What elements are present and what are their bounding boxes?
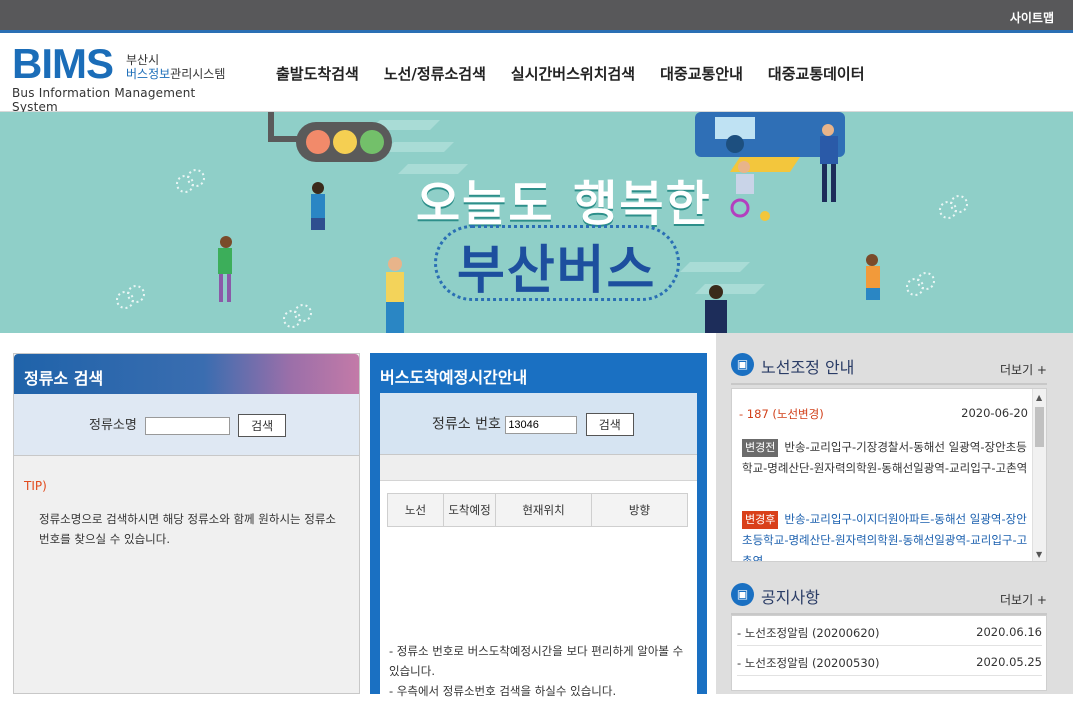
logo-mark: BIMS [12,40,114,87]
stop-number-input[interactable] [505,415,578,434]
logo-system-highlight: 버스정보 [126,67,171,81]
bims-logo[interactable]: BIMS 부산시 버스정보관리시스템 Bus Information Manag… [12,40,242,115]
route-change-more-link[interactable]: 더보기 + [1000,361,1047,378]
col-eta: 도착예정 [443,493,496,527]
list-item[interactable]: - 노선조정알림 (20200530) 2020.05.25 [737,646,1042,676]
notice-item-date: 2020.06.16 [976,625,1042,639]
hero-banner: 오늘도 행복한 부산버스 [0,112,1073,333]
col-route: 노선 [387,493,444,527]
before-text: 반송-교리입구-기장경찰서-동해선 일광역-장안초등학교-명례산단-원자력의학원… [742,440,1028,475]
arrival-search-form: 정류소 번호 검색 [380,393,697,455]
col-current-location: 현재위치 [495,493,592,527]
logo-english: Bus Information Management System [12,86,196,114]
banner-title: 부산버스 [457,241,657,301]
bus-icon: ▣ [731,353,754,376]
nav-route-stop-search[interactable]: 노선/정류소검색 [384,63,486,84]
arrival-title: 버스도착예정시간안내 [380,368,528,387]
before-tag: 변경전 [742,439,779,457]
route-change-header: ▣ 노선조정 안내 더보기 + [731,353,1047,385]
arrival-content: 정류소 번호 검색 노선 도착예정 현재위치 방향 - 정류소 번호로 버스도착… [380,393,697,698]
top-bar: 사이트맵 [0,0,1073,33]
tip-heading: TIP) [24,479,47,493]
logo-system-rest: 관리시스템 [170,67,226,81]
right-sidebar: ▣ 노선조정 안내 더보기 + - 187 (노선변경) 2020-06-20 … [716,333,1073,694]
bus-icon [695,112,1073,172]
notice-header: ▣ 공지사항 더보기 + [731,583,1047,615]
stop-number-label: 정류소 번호 [432,416,501,433]
table-header-row: 노선 도착예정 현재위치 방향 [387,493,688,527]
stop-search-title: 정류소 검색 [14,354,359,394]
arrival-strip [380,455,697,481]
stop-search-form: 정류소명 검색 [14,394,359,456]
nav-public-transit-info[interactable]: 대중교통안내 [660,63,743,84]
notice-item-date: 2020.05.25 [976,655,1042,669]
notice-item-title[interactable]: - 노선조정알림 (20200620) [737,625,879,641]
nav-realtime-bus-location[interactable]: 실시간버스위치검색 [511,63,635,84]
route-before: 변경전 반송-교리입구-기장경찰서-동해선 일광역-장안초등학교-명례산단-원자력… [742,437,1028,479]
stop-name-label: 정류소명 [89,418,137,433]
route-change-item-date: 2020-06-20 [961,406,1028,420]
arrival-search-button[interactable]: 검색 [585,413,634,436]
bus-icon: ▣ [731,583,754,606]
logo-city: 부산시 [126,53,160,67]
route-change-title: 노선조정 안내 [761,358,855,377]
nav-public-transit-data[interactable]: 대중교통데이터 [768,63,865,84]
arrival-time-panel: 버스도착예정시간안내 정류소 번호 검색 노선 도착예정 현재위치 방향 - 정… [370,353,707,698]
scroll-up-icon[interactable]: ▲ [1036,393,1042,402]
notice-item-title[interactable]: - 노선조정알림 (20200530) [737,655,879,671]
scroll-down-icon[interactable]: ▼ [1036,550,1042,559]
stop-search-button[interactable]: 검색 [238,414,287,437]
main-nav: 출발도착검색 노선/정류소검색 실시간버스위치검색 대중교통안내 대중교통데이터 [276,63,890,84]
arrival-note-2: - 우측에서 정류소번호 검색을 하실수 있습니다. [389,684,617,698]
nav-departure-arrival-search[interactable]: 출발도착검색 [276,63,359,84]
notice-list: - 노선조정알림 (20200620) 2020.06.16 - 노선조정알림 … [731,615,1047,691]
route-change-scrollbar[interactable]: ▲ ▼ [1032,389,1046,561]
arrival-notes: - 정류소 번호로 버스도착예정시간을 보다 편리하게 알아볼 수 있습니다. … [389,641,684,701]
arrival-note-1: - 정류소 번호로 버스도착예정시간을 보다 편리하게 알아볼 수 있습니다. [389,644,684,678]
route-after: 변경후 반송-교리입구-이지더원아파트-동해선 일광역-장안초등학교-명례산단-원… [742,509,1028,562]
stop-name-input[interactable] [144,416,230,435]
traffic-light-icon [268,112,392,162]
after-text: 반송-교리입구-이지더원아파트-동해선 일광역-장안초등학교-명례산단-원자력의… [742,512,1028,562]
route-change-item-title[interactable]: - 187 (노선변경) [739,406,824,422]
logo-system-name: 버스정보관리시스템 [126,67,225,81]
header: BIMS 부산시 버스정보관리시스템 Bus Information Manag… [0,33,1073,115]
scroll-thumb[interactable] [1035,407,1044,447]
stop-search-panel: 정류소 검색 정류소명 검색 TIP) 정류소명으로 검색하시면 해당 정류소와… [13,353,360,694]
arrival-table: 노선 도착예정 현재위치 방향 [387,493,688,527]
route-change-box: - 187 (노선변경) 2020-06-20 변경전 반송-교리입구-기장경찰서… [731,388,1047,562]
after-tag: 변경후 [742,511,779,529]
tip-text: 정류소명으로 검색하시면 해당 정류소와 함께 원하시는 정류소 번호를 찾으실… [39,512,337,546]
col-direction: 방향 [591,493,688,527]
list-item[interactable]: - 노선조정알림 (20200620) 2020.06.16 [737,616,1042,646]
sitemap-link[interactable]: 사이트맵 [1010,9,1054,26]
banner-headline: 오늘도 행복한 [416,176,712,232]
notice-title: 공지사항 [761,588,820,607]
notice-more-link[interactable]: 더보기 + [1000,591,1047,608]
